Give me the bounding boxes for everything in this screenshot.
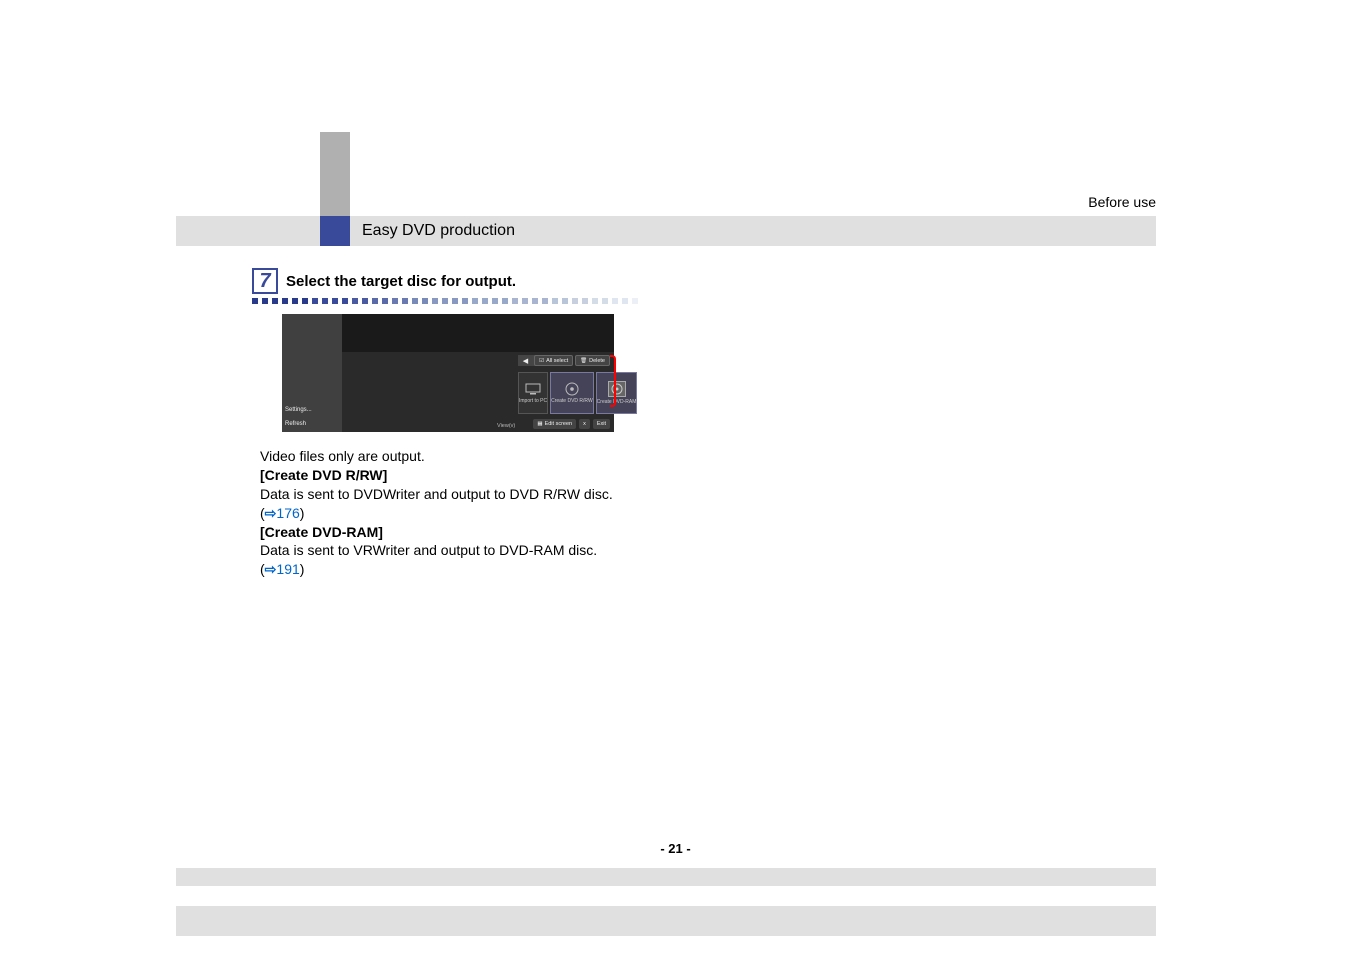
step-number: 7 bbox=[259, 270, 270, 293]
ss-top-black-bar bbox=[342, 314, 614, 352]
section-header-text-container: Easy DVD production bbox=[350, 216, 1156, 246]
step-title: Select the target disc for output. bbox=[286, 273, 516, 290]
embedded-screenshot: Settings... Refresh ◀ ▶ ☑ All select 🗑 D… bbox=[282, 314, 614, 432]
link-arrow-icon: ⇨ bbox=[265, 561, 277, 577]
create2-desc-suffix: ) bbox=[300, 561, 305, 577]
create2-desc-prefix: Data is sent to VRWriter and output to D… bbox=[260, 542, 597, 577]
section-header-text: Easy DVD production bbox=[350, 222, 515, 240]
ss-refresh-link[interactable]: Refresh bbox=[285, 421, 306, 427]
ss-delete-button[interactable]: 🗑 Delete bbox=[575, 355, 610, 366]
create2-page-link[interactable]: 191 bbox=[276, 561, 299, 577]
ss-exit-button[interactable]: Exit bbox=[593, 419, 610, 429]
footer-bar-thick bbox=[176, 906, 1156, 936]
breadcrumb-label: Before use bbox=[1088, 194, 1156, 210]
edit-icon: ▦ bbox=[537, 421, 542, 427]
close-x-label: x bbox=[583, 421, 586, 427]
create1-desc-line: Data is sent to DVDWriter and output to … bbox=[260, 485, 620, 523]
ss-import-button[interactable]: Import to PC bbox=[518, 372, 548, 414]
step-heading-row: 7 Select the target disc for output. bbox=[252, 268, 516, 294]
ss-create-dvd-rrw-button[interactable]: Create DVD R/RW bbox=[550, 372, 594, 414]
create1-page-link[interactable]: 176 bbox=[276, 505, 299, 521]
ss-view-label[interactable]: View(v) bbox=[497, 423, 515, 429]
body-intro-line: Video files only are output. bbox=[260, 447, 620, 466]
create1-heading: [Create DVD R/RW] bbox=[260, 466, 620, 485]
ss-create-rrw-label: Create DVD R/RW bbox=[551, 398, 593, 404]
callout-bracket bbox=[610, 355, 616, 407]
step-number-box: 7 bbox=[252, 268, 278, 294]
ss-settings-link[interactable]: Settings... bbox=[285, 407, 312, 413]
ss-create-dvd-ram-button[interactable]: Create DVD-RAM bbox=[596, 372, 638, 414]
ss-all-select-button[interactable]: ☑ All select bbox=[534, 355, 573, 366]
trash-icon: 🗑 bbox=[580, 358, 587, 364]
ss-main-button-row: Import to PC Create DVD R/RW Create DVD-… bbox=[518, 372, 610, 414]
create1-desc-suffix: ) bbox=[300, 505, 305, 521]
ss-close-button[interactable]: x bbox=[579, 419, 590, 429]
ss-edit-label: Edit screen bbox=[545, 421, 573, 427]
ss-sidebar bbox=[282, 314, 342, 432]
link-arrow-icon: ⇨ bbox=[265, 505, 277, 521]
ss-edit-screen-button[interactable]: ▦ Edit screen bbox=[533, 419, 576, 429]
create2-heading: [Create DVD-RAM] bbox=[260, 523, 620, 542]
monitor-icon bbox=[525, 382, 541, 396]
ss-delete-label: Delete bbox=[589, 358, 605, 364]
page-number: - 21 - bbox=[0, 841, 1351, 856]
create2-desc-line: Data is sent to VRWriter and output to D… bbox=[260, 541, 620, 579]
section-accent-square bbox=[320, 216, 350, 246]
disc-icon bbox=[564, 382, 580, 396]
dotted-separator bbox=[252, 298, 644, 304]
top-gray-tab bbox=[320, 132, 350, 228]
create1-desc-prefix: Data is sent to DVDWriter and output to … bbox=[260, 486, 613, 521]
body-text-block: Video files only are output. [Create DVD… bbox=[260, 447, 620, 579]
ss-create-ram-label: Create DVD-RAM bbox=[597, 399, 637, 405]
ss-top-pill-row: ☑ All select 🗑 Delete bbox=[534, 355, 610, 366]
ss-bottom-pill-row: ▦ Edit screen x Exit bbox=[533, 419, 610, 429]
section-header-bar: Easy DVD production bbox=[176, 216, 1156, 246]
footer-bar-thin bbox=[176, 868, 1156, 886]
ss-exit-label: Exit bbox=[597, 421, 606, 427]
arrow-left-icon[interactable]: ◀ bbox=[523, 357, 528, 365]
ss-import-label: Import to PC bbox=[519, 398, 547, 404]
checkbox-icon: ☑ bbox=[539, 358, 544, 364]
ss-all-select-label: All select bbox=[546, 358, 568, 364]
